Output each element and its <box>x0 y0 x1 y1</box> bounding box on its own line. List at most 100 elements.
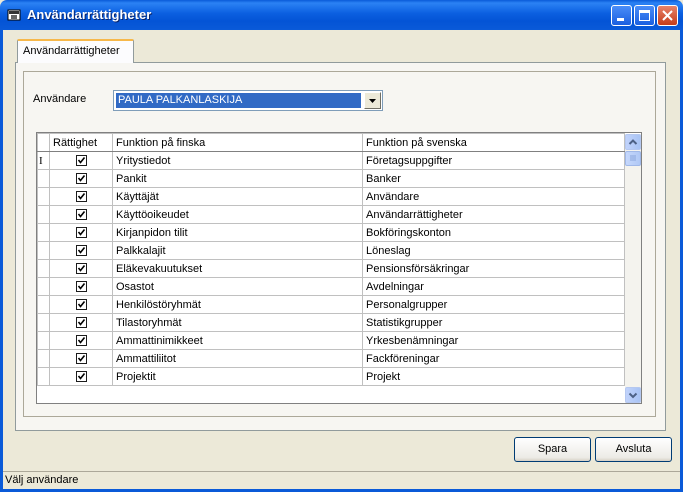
close-button[interactable] <box>657 5 678 26</box>
dropdown-arrow-button[interactable] <box>364 92 381 109</box>
rights-table: Rättighet Funktion på finska Funktion på… <box>37 133 625 386</box>
finnish-cell[interactable]: Henkilöstöryhmät <box>112 295 363 314</box>
scroll-thumb[interactable] <box>625 151 641 166</box>
header-row: Rättighet Funktion på finska Funktion på… <box>37 133 625 152</box>
swedish-cell[interactable]: Yrkesbenämningar <box>362 331 625 350</box>
right-checkbox[interactable] <box>75 334 87 346</box>
scroll-up-button[interactable] <box>625 134 641 150</box>
right-checkbox[interactable] <box>75 352 87 364</box>
finnish-cell[interactable]: Käyttöoikeudet <box>112 205 363 224</box>
table-row[interactable]: Eläkevakuutukset Pensionsförsäkringar <box>37 259 625 278</box>
title-bar[interactable]: Användarrättigheter <box>0 0 683 30</box>
checkmark-icon <box>77 210 85 218</box>
table-row[interactable]: Käyttäjät Användare <box>37 187 625 206</box>
swedish-cell[interactable]: Löneslag <box>362 241 625 260</box>
table-row[interactable]: Ammattiliitot Fackföreningar <box>37 349 625 368</box>
swedish-cell[interactable]: Användare <box>362 187 625 206</box>
finnish-cell[interactable]: Osastot <box>112 277 363 296</box>
row-selector[interactable] <box>37 295 50 314</box>
right-checkbox[interactable] <box>75 262 87 274</box>
swedish-cell[interactable]: Fackföreningar <box>362 349 625 368</box>
right-checkbox[interactable] <box>75 244 87 256</box>
maximize-button[interactable] <box>634 5 655 26</box>
row-selector[interactable] <box>37 259 50 278</box>
finnish-cell[interactable]: Yritystiedot <box>112 151 363 170</box>
right-cell <box>49 241 113 260</box>
swedish-cell[interactable]: Pensionsförsäkringar <box>362 259 625 278</box>
row-selector[interactable] <box>37 187 50 206</box>
checkmark-icon <box>77 174 85 182</box>
finnish-cell[interactable]: Eläkevakuutukset <box>112 259 363 278</box>
checkmark-icon <box>77 372 85 380</box>
right-checkbox[interactable] <box>75 190 87 202</box>
swedish-cell[interactable]: Statistikgrupper <box>362 313 625 332</box>
swedish-cell[interactable]: Företagsuppgifter <box>362 151 625 170</box>
swedish-cell[interactable]: Projekt <box>362 367 625 386</box>
row-selector[interactable] <box>37 313 50 332</box>
finnish-cell[interactable]: Pankit <box>112 169 363 188</box>
column-header-finnish[interactable]: Funktion på finska <box>112 133 363 152</box>
user-select[interactable]: PAULA PALKANLASKIJA <box>113 90 383 111</box>
exit-button[interactable]: Avsluta <box>595 437 672 462</box>
right-checkbox[interactable] <box>75 172 87 184</box>
vertical-scrollbar[interactable] <box>625 134 641 403</box>
column-header-right[interactable]: Rättighet <box>49 133 113 152</box>
swedish-cell[interactable]: Bokföringskonton <box>362 223 625 242</box>
row-selector[interactable] <box>37 205 50 224</box>
finnish-cell[interactable]: Tilastoryhmät <box>112 313 363 332</box>
checkmark-icon <box>77 192 85 200</box>
right-cell <box>49 187 113 206</box>
tab-label: Användarrättigheter <box>23 45 120 57</box>
finnish-cell[interactable]: Ammattinimikkeet <box>112 331 363 350</box>
status-bar: Välj användare <box>3 471 680 489</box>
table-row[interactable]: Kirjanpidon tilit Bokföringskonton <box>37 223 625 242</box>
right-cell <box>49 367 113 386</box>
scroll-down-button[interactable] <box>625 387 641 403</box>
table-row[interactable]: Pankit Banker <box>37 169 625 188</box>
finnish-cell[interactable]: Projektit <box>112 367 363 386</box>
right-checkbox[interactable] <box>75 154 87 166</box>
minimize-button[interactable] <box>611 5 632 26</box>
right-checkbox[interactable] <box>75 226 87 238</box>
finnish-cell[interactable]: Kirjanpidon tilit <box>112 223 363 242</box>
table-row[interactable]: Henkilöstöryhmät Personalgrupper <box>37 295 625 314</box>
swedish-cell[interactable]: Banker <box>362 169 625 188</box>
right-cell <box>49 259 113 278</box>
finnish-cell[interactable]: Ammattiliitot <box>112 349 363 368</box>
row-selector[interactable] <box>37 349 50 368</box>
checkmark-icon <box>77 354 85 362</box>
save-button[interactable]: Spara <box>514 437 591 462</box>
row-selector[interactable] <box>37 223 50 242</box>
right-cell <box>49 169 113 188</box>
right-checkbox[interactable] <box>75 298 87 310</box>
row-selector[interactable]: I <box>37 151 50 170</box>
swedish-cell[interactable]: Avdelningar <box>362 277 625 296</box>
table-row[interactable]: Tilastoryhmät Statistikgrupper <box>37 313 625 332</box>
app-icon <box>6 7 22 23</box>
column-header-swedish[interactable]: Funktion på svenska <box>362 133 625 152</box>
right-checkbox[interactable] <box>75 370 87 382</box>
table-row[interactable]: Ammattinimikkeet Yrkesbenämningar <box>37 331 625 350</box>
finnish-cell[interactable]: Palkkalajit <box>112 241 363 260</box>
row-selector[interactable] <box>37 169 50 188</box>
table-row[interactable]: Projektit Projekt <box>37 367 625 386</box>
table-row[interactable]: Käyttöoikeudet Användarrättigheter <box>37 205 625 224</box>
window-title: Användarrättigheter <box>27 7 152 22</box>
row-selector[interactable] <box>37 277 50 296</box>
right-cell <box>49 295 113 314</box>
row-selector[interactable] <box>37 331 50 350</box>
table-row[interactable]: Osastot Avdelningar <box>37 277 625 296</box>
finnish-cell[interactable]: Käyttäjät <box>112 187 363 206</box>
right-checkbox[interactable] <box>75 316 87 328</box>
table-row[interactable]: Palkkalajit Löneslag <box>37 241 625 260</box>
right-checkbox[interactable] <box>75 280 87 292</box>
tab-user-rights[interactable]: Användarrättigheter <box>17 39 134 63</box>
checkmark-icon <box>77 246 85 254</box>
right-checkbox[interactable] <box>75 208 87 220</box>
table-row[interactable]: I Yritystiedot Företagsuppgifter <box>37 151 625 170</box>
swedish-cell[interactable]: Användarrättigheter <box>362 205 625 224</box>
row-selector[interactable] <box>37 241 50 260</box>
row-selector[interactable] <box>37 367 50 386</box>
rights-grid[interactable]: Rättighet Funktion på finska Funktion på… <box>36 132 642 404</box>
swedish-cell[interactable]: Personalgrupper <box>362 295 625 314</box>
